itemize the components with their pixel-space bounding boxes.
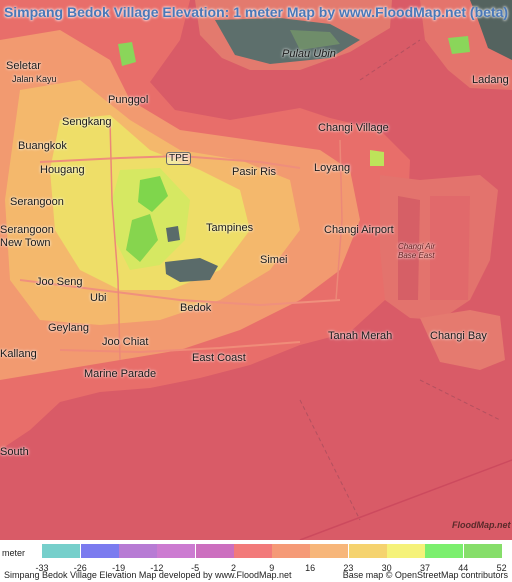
legend-swatch-1 [42,544,81,558]
floodmap-logo: FloodMap.net [452,520,511,536]
legend-swatch-3 [118,544,157,558]
place-sengkang: Sengkang [62,116,112,128]
place-punggol: Punggol [108,94,149,106]
place-ubi: Ubi [90,292,107,304]
place-changi-bay: Changi Bay [430,330,487,342]
legend-swatch-5 [195,544,234,558]
place-tanah-merah: Tanah Merah [328,330,393,342]
place-pulau-ubin: Pulau Ubin [282,48,336,60]
map-canvas [0,0,512,540]
place-changi-air-base-east: Changi Air Base East [398,242,436,260]
place-simei: Simei [260,254,288,266]
legend-swatch-6 [233,544,272,558]
place-bedok: Bedok [180,302,212,314]
place-pasir-ris: Pasir Ris [232,166,277,178]
place-changi-village: Changi Village [318,122,389,134]
place-seletar: Seletar [6,60,41,72]
legend-swatch-8 [310,544,349,558]
place-tpe: TPE [166,152,192,165]
place-buangkok: Buangkok [18,140,67,152]
elevation-map[interactable]: Simpang Bedok Village Elevation: 1 meter… [0,0,512,540]
legend-tick-7: 16 [305,563,316,573]
place-serangoon: Serangoon [10,196,64,208]
logo-text: FloodMap.net [452,520,511,530]
legend-swatch-7 [272,544,311,558]
place-marine-parade: Marine Parade [84,368,157,380]
legend-swatch-9 [348,544,387,558]
place-serangoon-new-town: Serangoon New Town [0,224,54,249]
place-joo-seng: Joo Seng [36,276,83,288]
place-geylang: Geylang [48,322,89,334]
legend-swatch-2 [80,544,119,558]
place-tampines: Tampines [206,222,254,234]
place-ladang: Ladang [472,74,509,86]
place-jalan-kayu: Jalan Kayu [12,74,57,84]
legend-swatch-4 [157,544,196,558]
legend-unit-label: meter [2,548,26,558]
credit-basemap[interactable]: Base map © OpenStreetMap contributors [343,570,508,580]
place-kallang: Kallang [0,348,37,360]
place-loyang: Loyang [314,162,351,174]
place-south: South [0,446,29,458]
legend-swatch-10 [387,544,425,558]
place-east-coast: East Coast [192,352,246,364]
elevation-legend: -33 -26 -19 -12 -5 2 9 16 23 30 37 44 52 meter Simpa… [0,540,512,582]
place-changi-airport: Changi Airport [324,224,394,236]
place-hougang: Hougang [40,164,85,176]
credit-developer[interactable]: Simpang Bedok Village Elevation Map deve… [4,570,292,580]
legend-swatch-11 [425,544,464,558]
legend-swatch-12 [463,544,502,558]
place-joo-chiat: Joo Chiat [102,336,149,348]
map-title: Simpang Bedok Village Elevation: 1 meter… [3,4,509,20]
